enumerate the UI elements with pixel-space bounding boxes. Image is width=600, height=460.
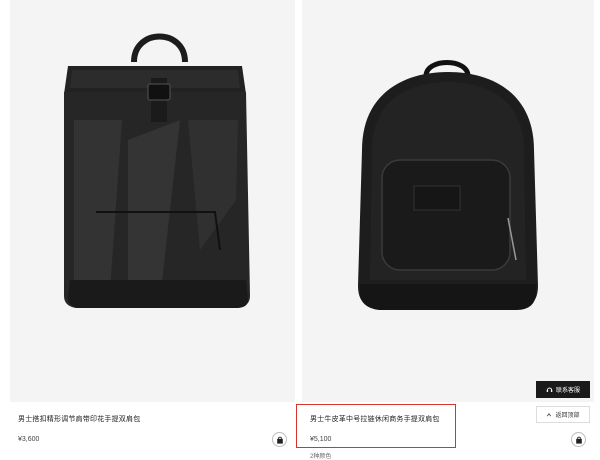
product-listing-page: 男士搭扣精形调节肩带印花手提双肩包 ¥3,600 男士牛皮革中号拉链休闲商务手提…	[0, 0, 600, 460]
shopping-bag-icon	[276, 436, 283, 444]
rolltop-backpack-image	[64, 33, 250, 308]
product-price: ¥3,600	[18, 436, 40, 443]
add-to-cart-button[interactable]	[571, 432, 586, 447]
leather-backpack-image	[358, 60, 538, 310]
contact-support-label: 联系客服	[555, 388, 580, 394]
chevron-up-icon	[547, 412, 552, 416]
product-card[interactable]: 男士搭扣精形调节肩带印花手提双肩包 ¥3,600	[10, 0, 295, 460]
back-to-top-label: 返回顶部	[555, 413, 580, 419]
product-grid: 男士搭扣精形调节肩带印花手提双肩包 ¥3,600 男士牛皮革中号拉链休闲商务手提…	[0, 0, 600, 460]
shopping-bag-icon	[575, 436, 582, 444]
product-name[interactable]: 男士搭扣精形调节肩带印花手提双肩包	[18, 414, 140, 424]
product-image[interactable]	[302, 0, 594, 402]
headset-icon	[546, 387, 553, 392]
product-image[interactable]	[10, 0, 295, 402]
color-count[interactable]: 2种颜色	[310, 451, 331, 460]
product-name[interactable]: 男士牛皮革中号拉链休闲商务手提双肩包	[310, 414, 440, 424]
contact-support-button[interactable]: 联系客服	[536, 381, 590, 398]
back-to-top-button[interactable]: 返回顶部	[536, 406, 590, 423]
product-price: ¥5,100	[310, 436, 332, 443]
add-to-cart-button[interactable]	[272, 432, 287, 447]
